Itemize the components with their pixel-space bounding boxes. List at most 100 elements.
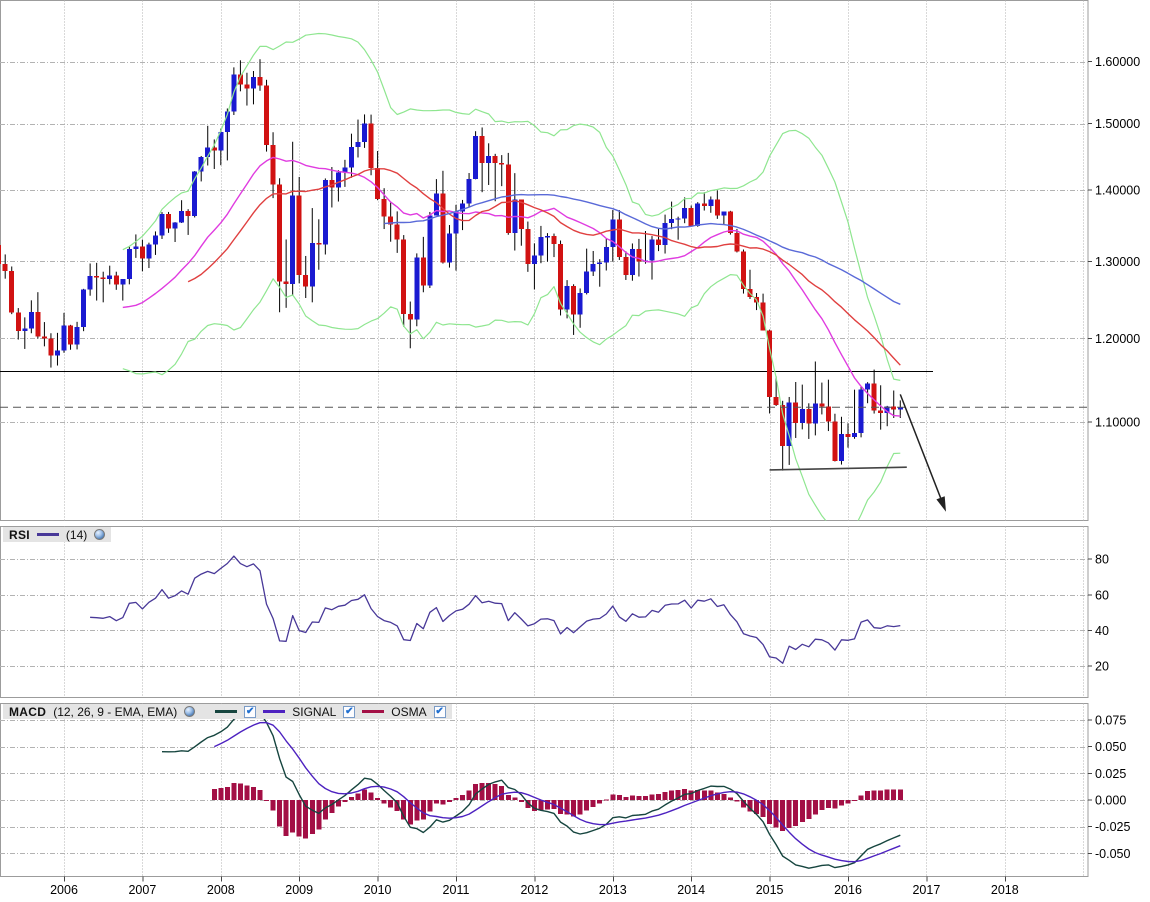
bullish-candle	[865, 383, 871, 390]
rsi-properties-globe-icon[interactable]	[94, 529, 106, 540]
bearish-candle	[257, 76, 263, 86]
bearish-candle	[15, 312, 21, 331]
charting-application: 1.60000 1.50000 1.40000 1.30000 1.20000 1.100…	[0, 0, 1150, 902]
osma-bar	[453, 798, 459, 800]
year-axis-label: 2014	[677, 883, 705, 897]
bullish-candle	[107, 275, 113, 279]
macd-axis-label: 0.000	[1095, 794, 1126, 808]
macd-properties-globe-icon[interactable]	[184, 706, 196, 717]
bullish-candle	[544, 236, 550, 238]
osma-bar	[244, 785, 250, 800]
bullish-candle	[531, 255, 537, 265]
bullish-candle	[362, 123, 368, 143]
osma-bar	[845, 800, 851, 804]
osma-bar	[309, 800, 315, 834]
osma-bar	[218, 788, 224, 800]
bullish-candle	[682, 207, 688, 219]
bearish-candle	[283, 281, 289, 285]
year-axis-label: 2012	[520, 883, 548, 897]
osma-bar	[577, 800, 583, 815]
bearish-candle	[100, 277, 106, 279]
osma-bar	[250, 786, 256, 800]
year-axis-label: 2015	[756, 883, 784, 897]
bearish-candle	[375, 167, 381, 200]
bearish-candle	[845, 434, 851, 437]
bearish-candle	[0, 245, 2, 264]
osma-bar	[368, 792, 374, 800]
osma-bar	[812, 800, 818, 815]
osma-bar	[616, 794, 622, 800]
bearish-candle	[773, 397, 779, 405]
osma-bar	[329, 800, 335, 813]
bearish-candle	[688, 207, 694, 226]
osma-bar	[505, 794, 511, 800]
osma-bar	[348, 796, 354, 800]
year-axis-label: 2017	[912, 883, 940, 897]
osma-bar	[270, 800, 276, 811]
osma-bar	[642, 796, 648, 800]
osma-bar	[734, 800, 740, 802]
osma-bar	[237, 783, 243, 800]
bullish-candle	[172, 222, 178, 229]
bullish-candle	[152, 235, 158, 245]
year-axis-label: 2010	[364, 883, 392, 897]
macd-axis-label: -0.050	[1095, 847, 1130, 861]
osma-bar	[479, 783, 485, 800]
bearish-candle	[277, 184, 283, 282]
osma-bar	[629, 795, 635, 800]
osma-bar	[290, 800, 296, 833]
bullish-candle	[708, 199, 714, 206]
osma-label: OSMA	[391, 704, 427, 719]
osma-bar	[414, 800, 420, 821]
osma-visibility-checkbox[interactable]: ✔	[433, 705, 446, 718]
bearish-candle	[185, 210, 191, 216]
bullish-candle	[290, 195, 296, 285]
macd-line	[161, 711, 901, 869]
osma-bar	[590, 800, 596, 807]
bullish-candle	[348, 147, 354, 168]
down-arrow-line[interactable]	[899, 394, 944, 503]
chart-canvas[interactable]: 1.60000 1.50000 1.40000 1.30000 1.20000 1.100…	[0, 0, 1150, 902]
macd-axis-label: 0.025	[1095, 767, 1126, 781]
bearish-candle	[819, 403, 825, 407]
osma-bar	[381, 800, 387, 804]
bearish-candle	[551, 236, 557, 244]
osma-bar	[584, 800, 590, 811]
osma-bar	[832, 800, 838, 809]
bullish-candle	[309, 242, 315, 287]
bullish-candle	[838, 434, 844, 461]
osma-bar	[538, 800, 544, 811]
macd-axis-label: 0.050	[1095, 740, 1126, 754]
macd-axis-label: -0.025	[1095, 820, 1130, 834]
osma-bar	[362, 789, 368, 800]
bearish-candle	[518, 199, 524, 229]
bullish-candle	[852, 433, 858, 437]
osma-bar	[852, 800, 858, 801]
bullish-candle	[355, 142, 361, 148]
bearish-candle	[440, 193, 446, 263]
osma-bar	[518, 800, 524, 802]
osma-bar	[760, 800, 766, 818]
price-axis-label: 1.30000	[1095, 255, 1140, 269]
osma-bar	[316, 800, 322, 830]
overlay-lines	[122, 32, 901, 521]
bullish-candle	[146, 244, 152, 259]
rsi-line	[90, 555, 901, 664]
osma-bar	[662, 791, 668, 800]
price-axis-label: 1.50000	[1095, 117, 1140, 131]
osma-bar	[460, 794, 466, 800]
axis-labels: 1.60000 1.50000 1.40000 1.30000 1.20000 1.100…	[50, 55, 1140, 897]
signal-visibility-checkbox[interactable]: ✔	[343, 705, 356, 718]
rsi-panel-border	[0, 526, 1089, 698]
bearish-candle	[94, 276, 100, 278]
down-arrow-head[interactable]	[936, 496, 946, 512]
macd-line-visibility-checkbox[interactable]: ✔	[244, 705, 257, 718]
bearish-candle	[623, 257, 629, 275]
osma-bar	[636, 796, 642, 800]
bearish-candle	[806, 409, 812, 424]
rsi-axis-label: 80	[1095, 553, 1109, 567]
osma-bar	[806, 800, 812, 820]
osma-bar	[721, 794, 727, 800]
year-axis-label: 2018	[991, 883, 1019, 897]
bullish-candle	[414, 257, 420, 320]
